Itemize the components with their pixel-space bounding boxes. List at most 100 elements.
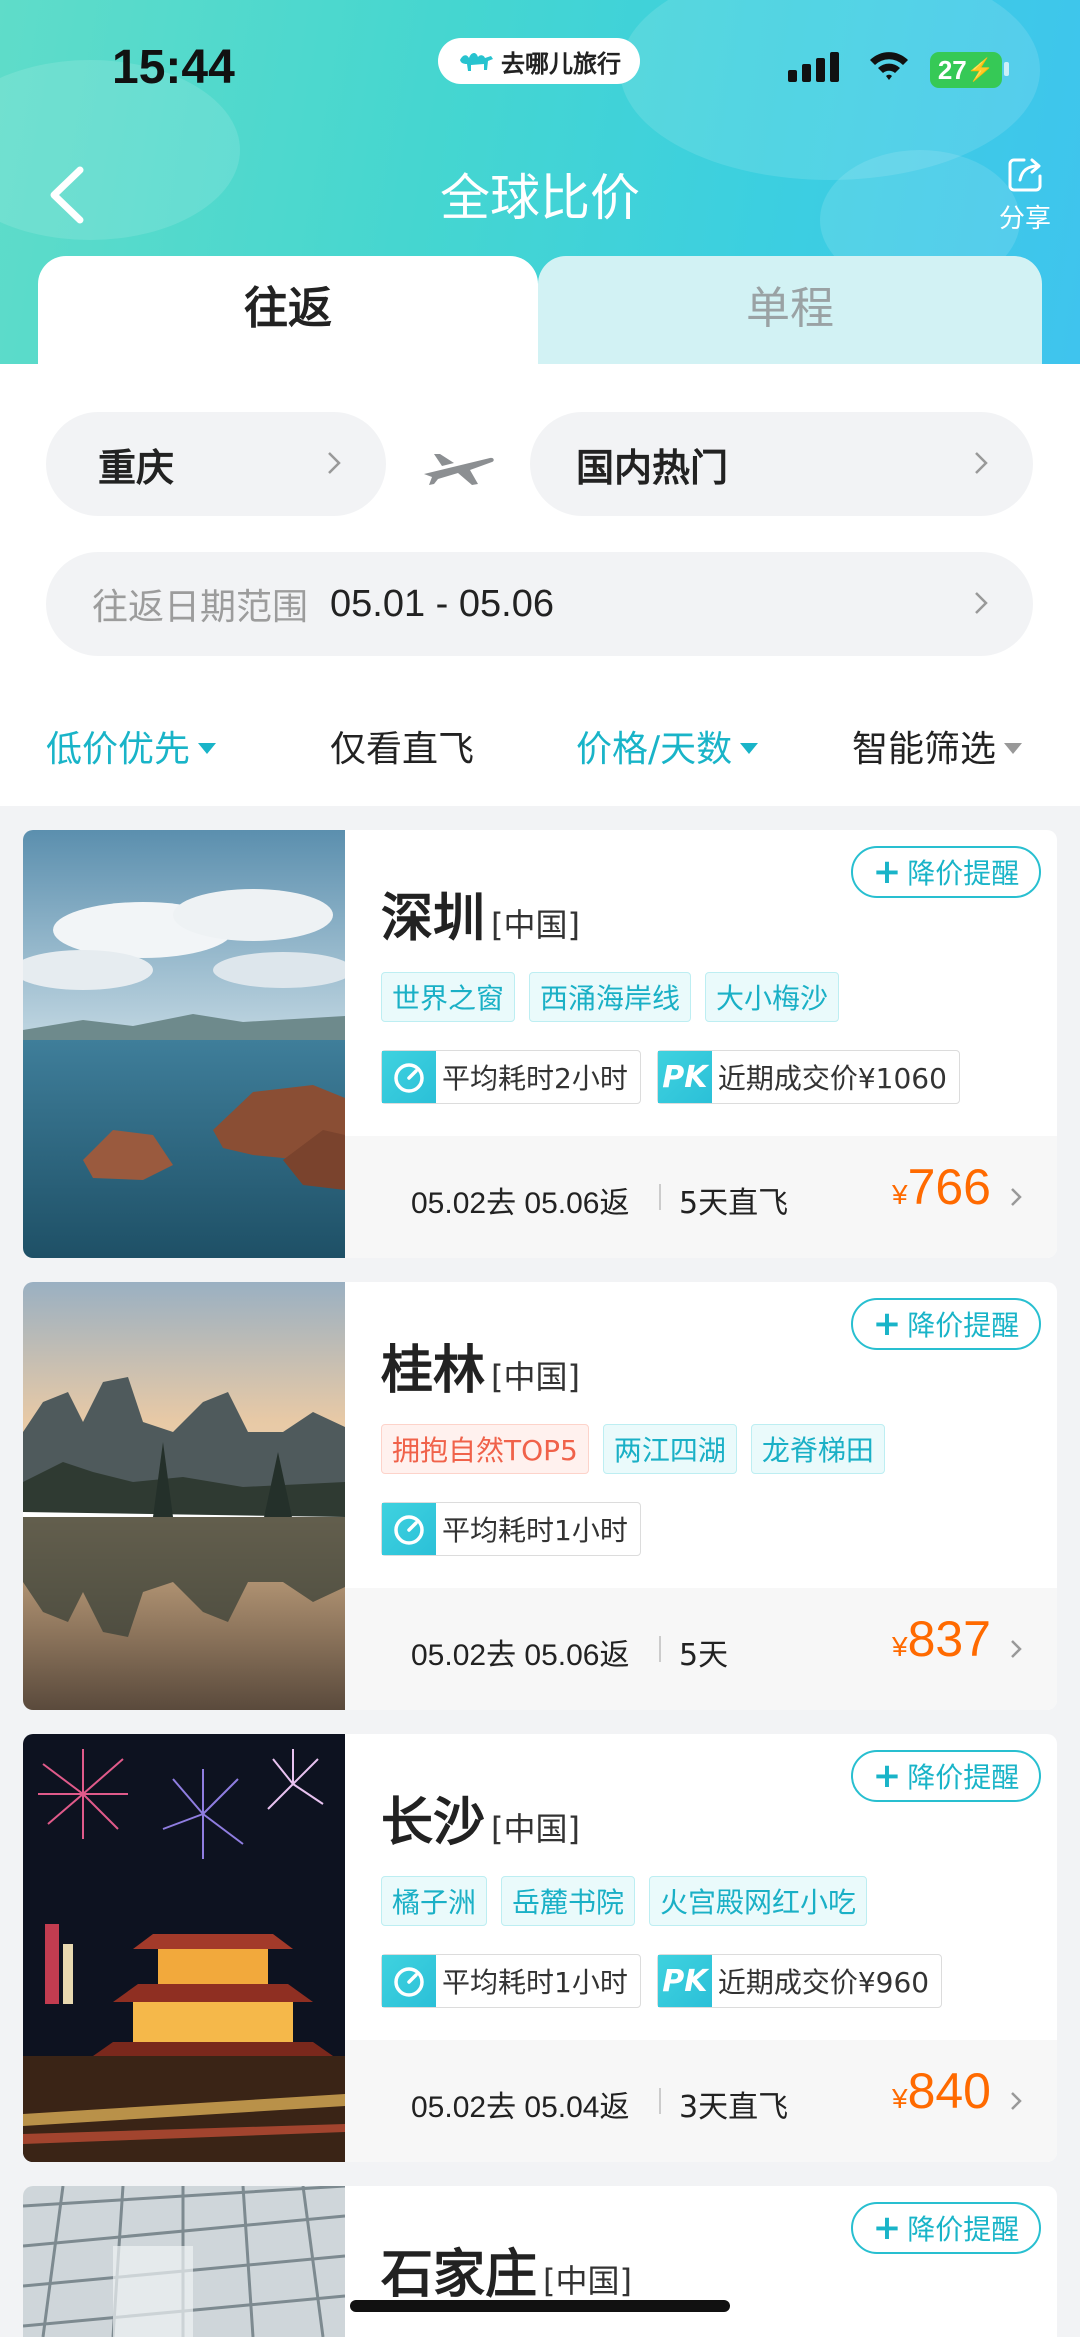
date-range-label: 往返日期范围 — [92, 587, 309, 628]
tag: 龙脊梯田 — [750, 1424, 885, 1474]
destination-selector[interactable]: 国内热门 — [530, 412, 1033, 516]
chevron-right-icon — [975, 452, 988, 474]
signal-icon — [788, 52, 839, 82]
home-indicator — [350, 2300, 730, 2312]
info-list: 平均耗时1小时 — [381, 1502, 641, 1556]
chevron-right-icon — [975, 592, 988, 614]
filter-price-per-day[interactable]: 价格/天数 — [576, 720, 759, 772]
trip-dates: 05.02去 05.06返 — [411, 1639, 630, 1672]
result-card-changsha[interactable]: 长沙 [中国] + 降价提醒 橘子洲 岳麓书院 火宫殿网红小吃 平均耗时1小时 PK… — [23, 1734, 1057, 2162]
divider — [659, 1636, 661, 1662]
tag-list: 橘子洲 岳麓书院 火宫殿网红小吃 — [381, 1876, 868, 1926]
avg-time-info: 平均耗时1小时 — [381, 1502, 641, 1556]
trip-summary[interactable]: 05.02去 05.06返 5天直飞 ¥766 — [345, 1136, 1057, 1258]
date-range-selector[interactable]: 往返日期范围 05.01 - 05.06 — [46, 552, 1033, 656]
tab-round-trip[interactable]: 往返 — [38, 256, 538, 365]
share-button[interactable]: 分享 — [990, 154, 1060, 235]
country-label: [中国] — [491, 1810, 580, 1848]
plane-icon — [424, 454, 494, 485]
destination-photo — [23, 830, 345, 1258]
plus-icon: + — [872, 2208, 902, 2248]
divider — [659, 1184, 661, 1210]
search-panel: 重庆 国内热门 往返日期范围 05.01 - 05.06 低价优先 仅看直飞 价… — [0, 364, 1080, 806]
price-alert-button[interactable]: + 降价提醒 — [851, 846, 1041, 898]
trip-days: 3天直飞 — [679, 2090, 789, 2125]
destination-photo — [23, 2186, 345, 2337]
city-name: 石家庄 [中国] — [381, 2245, 632, 2305]
stopwatch-icon — [382, 1955, 436, 2007]
tag-list: 拥抱自然TOP5 两江四湖 龙脊梯田 — [381, 1424, 885, 1474]
chevron-right-icon — [328, 452, 341, 474]
country-label: [中国] — [491, 906, 580, 944]
departure-city: 重庆 — [98, 445, 175, 490]
destination-photo — [23, 1734, 345, 2162]
brand-name: 去哪儿旅行 — [501, 49, 621, 78]
tab-one-way[interactable]: 单程 — [538, 256, 1042, 365]
price-alert-button[interactable]: + 降价提醒 — [851, 2202, 1041, 2254]
page-title: 全球比价 — [440, 169, 640, 227]
brand-badge: 去哪儿旅行 — [438, 38, 640, 84]
avg-time-info: 平均耗时2小时 — [381, 1050, 641, 1104]
header: 15:44 去哪儿旅行 27 ⚡ 全球比价 分享 往返 单程 — [0, 0, 1080, 365]
dropdown-triangle-icon — [198, 742, 217, 754]
filter-label: 价格/天数 — [576, 729, 733, 770]
recent-deal-info: PK 近期成交价¥1060 — [656, 1050, 960, 1104]
chevron-right-icon — [1011, 1188, 1022, 1206]
trip-type-tabs: 往返 单程 — [38, 256, 1042, 365]
trip-summary[interactable]: 05.02去 05.04返 3天直飞 ¥840 — [345, 2040, 1057, 2162]
trip-summary[interactable]: 05.02去 05.06返 5天 ¥837 — [345, 1588, 1057, 1710]
result-card-guilin[interactable]: 桂林 [中国] + 降价提醒 拥抱自然TOP5 两江四湖 龙脊梯田 平均耗时1小时 … — [23, 1282, 1057, 1710]
date-range-value: 05.01 - 05.06 — [330, 582, 554, 625]
price-alert-button[interactable]: + 降价提醒 — [851, 1750, 1041, 1802]
departure-city-selector[interactable]: 重庆 — [46, 412, 386, 516]
info-list: 平均耗时1小时 PK 近期成交价¥960 — [381, 1954, 943, 2008]
price-alert-button[interactable]: + 降价提醒 — [851, 1298, 1041, 1350]
trip-dates: 05.02去 05.06返 — [411, 1187, 630, 1220]
filter-label: 低价优先 — [46, 729, 191, 770]
tag-list: 世界之窗 西涌海岸线 大小梅沙 — [381, 972, 840, 1022]
recent-deal-info: PK 近期成交价¥960 — [656, 1954, 943, 2008]
price: ¥837 — [891, 1611, 991, 1667]
divider — [659, 2088, 661, 2114]
chevron-right-icon — [1011, 1640, 1022, 1658]
filter-smart[interactable]: 智能筛选 — [852, 720, 1023, 772]
tag: 火宫殿网红小吃 — [649, 1876, 868, 1926]
result-card-shenzhen[interactable]: 深圳 [中国] + 降价提醒 世界之窗 西涌海岸线 大小梅沙 平均耗时2小时 PK … — [23, 830, 1057, 1258]
stopwatch-icon — [382, 1051, 436, 1103]
tag: 两江四湖 — [602, 1424, 737, 1474]
country-label: [中国] — [543, 2262, 632, 2300]
share-label: 分享 — [998, 204, 1051, 234]
share-icon — [1008, 158, 1042, 192]
trip-dates: 05.02去 05.04返 — [411, 2091, 630, 2124]
tag: 橘子洲 — [381, 1876, 488, 1926]
plus-icon: + — [872, 1304, 902, 1344]
filter-label: 智能筛选 — [852, 729, 997, 770]
camel-logo-icon — [460, 52, 493, 71]
pk-icon: PK — [657, 1051, 712, 1103]
destination-name: 国内热门 — [576, 445, 729, 490]
price-alert-label: 降价提醒 — [907, 1761, 1020, 1794]
city-name: 长沙 [中国] — [381, 1793, 580, 1853]
chevron-right-icon — [1011, 2092, 1022, 2110]
battery-level: 27 — [937, 54, 967, 85]
dropdown-triangle-icon — [740, 742, 759, 754]
price-alert-label: 降价提醒 — [907, 1309, 1020, 1342]
tag: 大小梅沙 — [705, 972, 840, 1022]
city-name: 桂林 [中国] — [381, 1341, 580, 1401]
price-alert-label: 降价提醒 — [907, 857, 1020, 890]
filter-label: 仅看直飞 — [330, 729, 475, 770]
filter-low-price[interactable]: 低价优先 — [46, 720, 217, 772]
filter-direct-only[interactable]: 仅看直飞 — [330, 720, 474, 772]
price: ¥840 — [891, 2063, 991, 2119]
destination-photo — [23, 1282, 345, 1710]
tag: 世界之窗 — [381, 972, 516, 1022]
stopwatch-icon — [382, 1503, 436, 1555]
tag-hot: 拥抱自然TOP5 — [381, 1424, 589, 1474]
plus-icon: + — [872, 852, 902, 892]
result-card-shijiazhuang[interactable]: 石家庄 [中国] + 降价提醒 — [23, 2186, 1057, 2337]
battery-icon: 27 ⚡ — [930, 52, 1002, 88]
dropdown-triangle-icon — [1004, 742, 1023, 754]
filter-bar: 低价优先 仅看直飞 价格/天数 智能筛选 — [0, 704, 1080, 784]
status-bar: 15:44 去哪儿旅行 27 ⚡ — [0, 0, 1080, 140]
city-name: 深圳 [中国] — [381, 889, 580, 949]
